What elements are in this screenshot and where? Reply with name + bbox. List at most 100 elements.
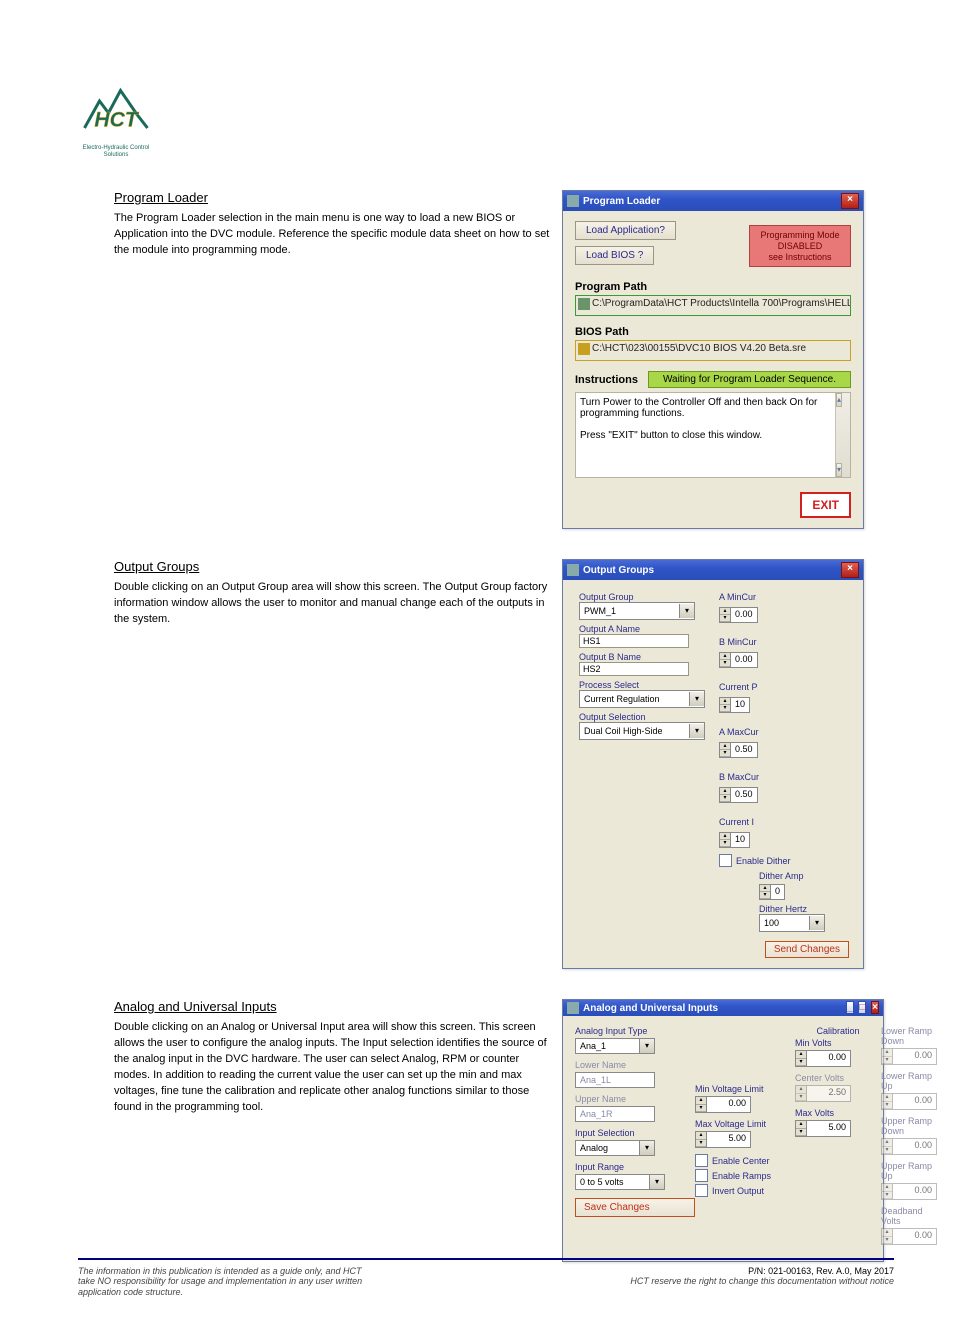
spinner-upper-ramp-down[interactable]: ▴▾0.00 xyxy=(881,1138,937,1155)
field-upper-name[interactable]: Ana_1R xyxy=(575,1106,655,1122)
bios-path-field[interactable]: C:\HCT\023\00155\DVC10 BIOS V4.20 Beta.s… xyxy=(575,340,851,361)
page: HCT Electro-Hydraulic Control Solutions … xyxy=(0,0,954,1322)
label-a-maxcur: A MaxCur xyxy=(719,727,777,737)
value: 5.00 xyxy=(807,1121,850,1136)
label-b-maxcur: B MaxCur xyxy=(719,772,777,782)
label-b-mincur: B MinCur xyxy=(719,637,777,647)
footer-pn: P/N: 021-00163, Rev. A.0, May 2017 xyxy=(630,1266,894,1276)
label-output-b-name: Output B Name xyxy=(579,652,719,662)
spinner-b-maxcur[interactable]: ▴▾0.50 xyxy=(719,787,758,803)
select-input-range[interactable]: 0 to 5 volts▾ xyxy=(575,1174,665,1190)
instructions-textarea[interactable]: Turn Power to the Controller Off and the… xyxy=(575,392,851,478)
program-loader-body: Load Application? Load BIOS ? Programmin… xyxy=(563,211,863,486)
footer-disclaimer: The information in this publication is i… xyxy=(78,1266,378,1298)
checkbox-enable-center[interactable] xyxy=(695,1154,708,1167)
value: 100 xyxy=(764,918,779,928)
heading-analog-inputs: Analog and Universal Inputs xyxy=(114,999,554,1014)
chevron-down-icon: ▾ xyxy=(639,1141,654,1155)
chevron-down-icon: ▾ xyxy=(809,916,824,930)
spinner-current-i[interactable]: ▴▾10 xyxy=(719,832,750,848)
checkbox-enable-dither[interactable] xyxy=(719,854,732,867)
label-input-type: Analog Input Type xyxy=(575,1026,695,1036)
spinner-lower-ramp-down[interactable]: ▴▾0.00 xyxy=(881,1048,937,1065)
mode-line1: Programming Mode xyxy=(752,230,848,241)
label-lower-name: Lower Name xyxy=(575,1060,695,1070)
checkbox-enable-ramps[interactable] xyxy=(695,1169,708,1182)
window-title: Program Loader xyxy=(583,196,660,207)
field-output-b-name[interactable]: HS2 xyxy=(579,662,689,676)
label-input-range: Input Range xyxy=(575,1162,695,1172)
label-current-i: Current I xyxy=(719,817,777,827)
maximize-icon[interactable]: □ xyxy=(858,1001,866,1014)
spinner-min-voltage-limit[interactable]: ▴▾0.00 xyxy=(695,1096,751,1113)
close-icon[interactable]: × xyxy=(871,1001,879,1014)
heading-output-groups: Output Groups xyxy=(114,559,554,574)
save-changes-button[interactable]: Save Changes xyxy=(575,1198,695,1217)
waiting-status: Waiting for Program Loader Sequence. xyxy=(648,371,851,388)
bios-path-value: C:\HCT\023\00155\DVC10 BIOS V4.20 Beta.s… xyxy=(592,343,806,354)
label-min-voltage-limit: Min Voltage Limit xyxy=(695,1084,795,1094)
spinner-current-p[interactable]: ▴▾10 xyxy=(719,697,750,713)
label-invert-output: Invert Output xyxy=(712,1186,764,1196)
scroll-down-icon[interactable]: ▾ xyxy=(836,463,842,477)
value: 0.50 xyxy=(731,788,757,802)
select-output-selection[interactable]: Dual Coil High-Side▾ xyxy=(579,722,705,740)
select-input-type[interactable]: Ana_1▾ xyxy=(575,1038,655,1054)
spinner-b-mincur[interactable]: ▴▾0.00 xyxy=(719,652,758,668)
close-icon[interactable]: × xyxy=(841,562,859,578)
section-program-loader: Program Loader The Program Loader select… xyxy=(114,190,894,529)
select-dither-hertz[interactable]: 100 ▾ xyxy=(759,914,825,932)
instructions-label: Instructions xyxy=(575,374,638,386)
folder-icon xyxy=(578,298,590,310)
titlebar-output-groups: Output Groups × xyxy=(563,560,863,580)
program-path-field[interactable]: C:\ProgramData\HCT Products\Intella 700\… xyxy=(575,295,851,316)
program-path-label: Program Path xyxy=(575,281,851,293)
value: 0.00 xyxy=(807,1051,850,1066)
value: 0.00 xyxy=(893,1049,936,1064)
programming-mode-status: Programming Mode DISABLED see Instructio… xyxy=(749,225,851,267)
label-calibration: Calibration xyxy=(795,1026,881,1036)
select-output-group[interactable]: PWM_1▾ xyxy=(579,602,695,620)
value: 0.00 xyxy=(731,608,757,622)
value: 2.50 xyxy=(807,1086,850,1101)
send-changes-button[interactable]: Send Changes xyxy=(765,941,849,958)
load-application-button[interactable]: Load Application? xyxy=(575,221,676,240)
scroll-up-icon[interactable]: ▴ xyxy=(836,393,842,407)
spinner-max-volts[interactable]: ▴▾5.00 xyxy=(795,1120,851,1137)
window-icon xyxy=(567,195,579,207)
spinner-max-voltage-limit[interactable]: ▴▾5.00 xyxy=(695,1131,751,1148)
spinner-a-mincur[interactable]: ▴▾0.00 xyxy=(719,607,758,623)
select-process[interactable]: Current Regulation▾ xyxy=(579,690,705,708)
bios-path-label: BIOS Path xyxy=(575,326,851,338)
exit-button[interactable]: EXIT xyxy=(800,492,851,518)
chevron-down-icon: ▾ xyxy=(639,1039,654,1053)
spinner-min-volts[interactable]: ▴▾0.00 xyxy=(795,1050,851,1067)
value: 0.00 xyxy=(707,1097,750,1112)
spinner-lower-ramp-up[interactable]: ▴▾0.00 xyxy=(881,1093,937,1110)
select-input-selection[interactable]: Analog▾ xyxy=(575,1140,655,1156)
spinner-a-maxcur[interactable]: ▴▾0.50 xyxy=(719,742,758,758)
label-dither-hertz: Dither Hertz xyxy=(759,904,847,914)
field-output-a-name[interactable]: HS1 xyxy=(579,634,689,648)
field-lower-name[interactable]: Ana_1L xyxy=(575,1072,655,1088)
mountain-logo-icon: HCT xyxy=(78,80,154,140)
spinner-center-volts[interactable]: ▴▾2.50 xyxy=(795,1085,851,1102)
label-output-group: Output Group xyxy=(579,592,719,602)
close-icon[interactable]: × xyxy=(841,193,859,209)
chevron-down-icon: ▾ xyxy=(689,692,704,706)
value: 0.00 xyxy=(731,653,757,667)
window-icon xyxy=(567,564,579,576)
section-output-groups: Output Groups Double clicking on an Outp… xyxy=(114,559,894,969)
label-upper-ramp-up: Upper Ramp Up xyxy=(881,1161,937,1181)
spinner-deadband-volts[interactable]: ▴▾0.00 xyxy=(881,1228,937,1245)
checkbox-invert-output[interactable] xyxy=(695,1184,708,1197)
value: 0.00 xyxy=(893,1094,936,1109)
scrollbar[interactable]: ▴ ▾ xyxy=(835,393,850,477)
value: 0.00 xyxy=(893,1229,936,1244)
load-bios-button[interactable]: Load BIOS ? xyxy=(575,246,654,265)
chevron-down-icon: ▾ xyxy=(689,724,704,738)
spinner-upper-ramp-up[interactable]: ▴▾0.00 xyxy=(881,1183,937,1200)
label-lower-ramp-down: Lower Ramp Down xyxy=(881,1026,937,1046)
spinner-dither-amp[interactable]: ▴▾0 xyxy=(759,884,785,900)
minimize-icon[interactable]: _ xyxy=(846,1001,854,1014)
